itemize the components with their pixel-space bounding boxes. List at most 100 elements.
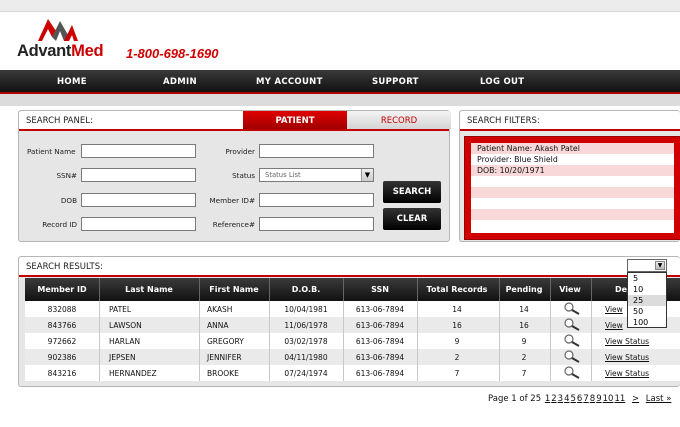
search-results-panel: SEARCH RESULTS: Member ID Last Name Firs… xyxy=(18,256,680,387)
page-link-1[interactable]: 1 xyxy=(545,394,550,404)
cell-dob: 11/06/1978 xyxy=(284,321,328,330)
filter-line-empty xyxy=(471,187,674,198)
nav-support[interactable]: SUPPORT xyxy=(372,77,419,87)
reference-input[interactable] xyxy=(259,217,374,231)
page-link-6[interactable]: 6 xyxy=(577,394,582,404)
pagination: Page 1 of 25 1234567891011 > Last » xyxy=(488,394,671,404)
cell-pending: 7 xyxy=(521,369,527,378)
nav-admin[interactable]: ADMIN xyxy=(163,77,197,87)
magnifier-icon[interactable] xyxy=(563,334,585,348)
search-panel: SEARCH PANEL: PATIENT RECORD Patient Nam… xyxy=(18,110,451,242)
cell-ssn: 613-06-7894 xyxy=(355,369,405,378)
advantmed-logo[interactable]: AdvantMed xyxy=(17,19,117,64)
top-strip xyxy=(0,0,680,12)
col-first-name[interactable]: First Name xyxy=(199,285,269,294)
page-size-option[interactable]: 50 xyxy=(628,306,666,317)
cell-pending: 16 xyxy=(519,321,529,330)
col-last-name[interactable]: Last Name xyxy=(99,285,199,294)
cell-total: 16 xyxy=(452,321,462,330)
filter-line-empty xyxy=(471,209,674,220)
col-ssn[interactable]: SSN xyxy=(343,285,417,294)
nav-log-out[interactable]: LOG OUT xyxy=(480,77,524,87)
provider-label: Provider xyxy=(225,147,255,156)
col-view[interactable]: View xyxy=(550,285,590,294)
status-select-value: Status List xyxy=(265,171,301,179)
view-status-link[interactable]: View Status xyxy=(605,353,649,362)
view-status-link[interactable]: View Status xyxy=(605,337,649,346)
page-size-option[interactable]: 5 xyxy=(628,273,666,284)
filter-list: Patient Name: Akash Patel Provider: Blue… xyxy=(471,143,674,233)
nav-shadow-band xyxy=(0,94,680,106)
page-link-9[interactable]: 9 xyxy=(596,394,601,404)
page-link-5[interactable]: 5 xyxy=(571,394,576,404)
view-status-link[interactable]: View Status xyxy=(605,369,649,378)
tab-record[interactable]: RECORD xyxy=(347,111,451,129)
provider-input[interactable] xyxy=(259,144,374,158)
col-member-id[interactable]: Member ID xyxy=(25,285,99,294)
status-select[interactable]: Status List ▼ xyxy=(259,168,374,182)
nav-my-account[interactable]: MY ACCOUNT xyxy=(256,77,323,87)
status-label: Status xyxy=(232,171,255,180)
page-link-4[interactable]: 4 xyxy=(564,394,569,404)
cell-dob: 07/24/1974 xyxy=(284,369,328,378)
cell-member-id: 902386 xyxy=(47,353,77,362)
page-link-10[interactable]: 10 xyxy=(603,394,614,404)
cell-member-id: 972662 xyxy=(47,337,77,346)
page-size-options: 5 10 25 50 100 xyxy=(627,272,667,328)
cell-ssn: 613-06-7894 xyxy=(355,353,405,362)
page-size-option-selected[interactable]: 25 xyxy=(628,295,666,306)
page-link-8[interactable]: 8 xyxy=(590,394,595,404)
table-row: 832088 PATEL AKASH 10/04/1981 613-06-7894 14 1… xyxy=(25,301,680,317)
page-link-11[interactable]: 11 xyxy=(614,394,625,404)
page-size-option[interactable]: 100 xyxy=(628,317,666,328)
search-button[interactable]: SEARCH xyxy=(383,181,441,203)
phone-number: 1-800-698-1690 xyxy=(126,46,219,61)
last-page-link[interactable]: Last » xyxy=(646,394,672,404)
search-filters-title: SEARCH FILTERS: xyxy=(467,116,540,126)
magnifier-icon[interactable] xyxy=(563,318,585,332)
view-status-link[interactable]: View xyxy=(605,321,623,330)
tab-patient[interactable]: PATIENT xyxy=(243,111,347,129)
cell-first: ANNA xyxy=(207,321,229,330)
dob-input[interactable] xyxy=(81,193,196,207)
table-row: 972662 HARLAN GREGORY 03/02/1978 613-06-7894… xyxy=(25,333,680,349)
chevron-down-icon: ▼ xyxy=(361,169,373,181)
magnifier-icon[interactable] xyxy=(563,350,585,364)
cell-total: 14 xyxy=(452,305,462,314)
page-link-2[interactable]: 2 xyxy=(551,394,556,404)
cell-last: PATEL xyxy=(109,305,132,314)
filter-line-empty xyxy=(471,176,674,187)
ssn-input[interactable] xyxy=(81,168,196,182)
patient-name-input[interactable] xyxy=(81,144,196,158)
cell-last: JEPSEN xyxy=(109,353,136,362)
cell-first: BROOKE xyxy=(207,369,239,378)
magnifier-icon[interactable] xyxy=(563,302,585,316)
search-filters-panel: SEARCH FILTERS: Patient Name: Akash Pate… xyxy=(459,110,680,242)
col-pending[interactable]: Pending xyxy=(499,285,549,294)
clear-button[interactable]: CLEAR xyxy=(383,208,441,230)
cell-last: HERNANDEZ xyxy=(109,369,157,378)
magnifier-icon[interactable] xyxy=(563,366,585,380)
member-id-input[interactable] xyxy=(259,193,374,207)
cell-member-id: 843766 xyxy=(47,321,77,330)
record-id-label: Record ID xyxy=(42,220,77,229)
logo-mark-icon xyxy=(38,19,78,41)
page-link-3[interactable]: 3 xyxy=(558,394,563,404)
cell-dob: 10/04/1981 xyxy=(284,305,328,314)
col-total-records[interactable]: Total Records xyxy=(417,285,497,294)
nav-home[interactable]: HOME xyxy=(57,77,87,87)
table-row: 902386 JEPSEN JENNIFER 04/11/1980 613-06-789… xyxy=(25,349,680,365)
record-id-input[interactable] xyxy=(81,217,196,231)
cell-ssn: 613-06-7894 xyxy=(355,321,405,330)
page-link-7[interactable]: 7 xyxy=(583,394,588,404)
page-size-select[interactable]: ▼ xyxy=(627,259,667,272)
cell-ssn: 613-06-7894 xyxy=(355,337,405,346)
page-size-option[interactable]: 10 xyxy=(628,284,666,295)
search-panel-title: SEARCH PANEL: xyxy=(26,116,93,126)
cell-total: 7 xyxy=(454,369,460,378)
next-page-link[interactable]: > xyxy=(632,394,639,404)
col-dob[interactable]: D.O.B. xyxy=(269,285,343,294)
view-status-link[interactable]: View xyxy=(605,305,623,314)
search-panel-header: SEARCH PANEL: PATIENT RECORD xyxy=(19,111,451,131)
cell-pending: 14 xyxy=(519,305,529,314)
